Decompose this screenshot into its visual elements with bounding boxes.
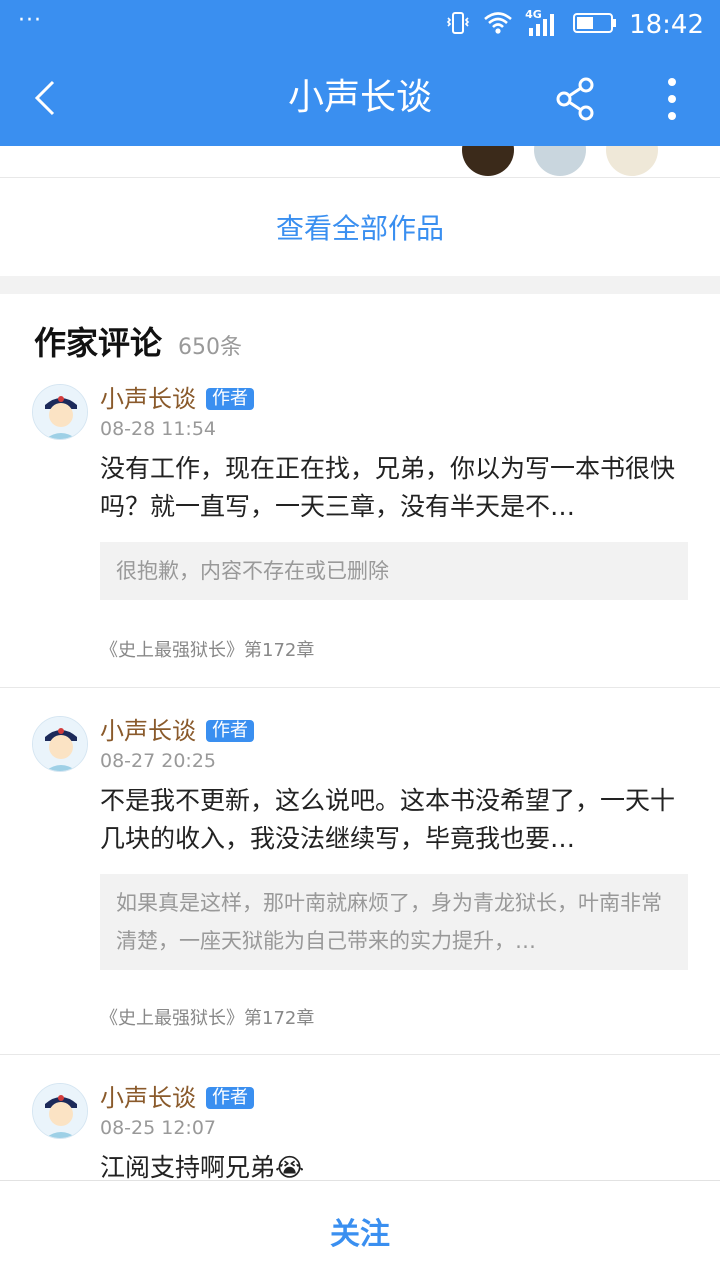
- author-name-text: 小声长谈: [100, 385, 196, 413]
- section-separator: [0, 276, 720, 294]
- status-bar: ··· 4G 18:42: [0, 0, 720, 50]
- quoted-paragraph[interactable]: 很抱歉，内容不存在或已删除: [100, 542, 688, 600]
- avatar[interactable]: [32, 1083, 88, 1139]
- comments-count: 650条: [178, 335, 243, 360]
- share-icon: [556, 77, 594, 121]
- author-name[interactable]: 小声长谈 作者: [100, 384, 254, 414]
- author-name[interactable]: 小声长谈 作者: [100, 716, 254, 746]
- wifi-icon: [483, 10, 513, 40]
- quoted-paragraph[interactable]: 如果真是这样，那叶南就麻烦了，身为青龙狱长，叶南非常清楚，一座天狱能为自己带来的…: [100, 874, 688, 970]
- clock: 18:42: [629, 10, 704, 40]
- source-chapter-link[interactable]: 《史上最强狱长》第172章: [100, 636, 314, 662]
- bottom-action-bar: 关注: [0, 1180, 720, 1280]
- comment-time: 08-28 11:54: [100, 418, 217, 440]
- comment-text[interactable]: 不是我不更新，这么说吧。这本书没希望了，一天十几块的收入，我没法继续写，毕竟我也…: [100, 782, 690, 858]
- content-scroll[interactable]: 查看全部作品 作家评论 650条 小声长谈 作者 08-28 11:54 没有工作…: [0, 146, 720, 1180]
- reader-avatar[interactable]: [606, 146, 658, 176]
- divider: [0, 1054, 720, 1055]
- more-button[interactable]: [650, 72, 694, 126]
- comment-time: 08-27 20:25: [100, 750, 217, 772]
- comment-text[interactable]: 没有工作，现在正在找，兄弟，你以为写一本书很快吗？就一直写，一天三章，没有半天是…: [100, 450, 690, 526]
- view-all-works-button[interactable]: 查看全部作品: [0, 178, 720, 276]
- author-avatar-icon: [33, 1084, 87, 1138]
- avatar[interactable]: [32, 384, 88, 440]
- source-chapter-link[interactable]: 《史上最强狱长》第172章: [100, 1004, 314, 1030]
- status-icons: 4G 18:42: [445, 0, 704, 50]
- share-button[interactable]: [548, 72, 602, 126]
- avatar[interactable]: [32, 716, 88, 772]
- reader-avatars-row: [0, 146, 720, 178]
- page-title: 小声长谈: [287, 77, 432, 118]
- author-badge: 作者: [206, 388, 254, 410]
- author-name[interactable]: 小声长谈 作者: [100, 1083, 254, 1113]
- signal-4g-icon: 4G: [525, 8, 561, 40]
- author-name-text: 小声长谈: [100, 717, 196, 745]
- follow-button[interactable]: 关注: [330, 1209, 390, 1253]
- reader-avatar[interactable]: [534, 146, 586, 176]
- vibrate-icon: [445, 10, 471, 40]
- comment-time: 08-25 12:07: [100, 1117, 217, 1139]
- more-vertical-icon: [668, 78, 676, 120]
- author-avatar-icon: [33, 385, 87, 439]
- battery-icon: [573, 11, 617, 39]
- notification-dots: ···: [18, 8, 42, 33]
- author-name-text: 小声长谈: [100, 1084, 196, 1112]
- author-badge: 作者: [206, 1087, 254, 1109]
- comments-header: 作家评论 650条: [34, 318, 242, 364]
- author-avatar-icon: [33, 717, 87, 771]
- app-bar: 小声长谈: [0, 50, 720, 146]
- comments-title: 作家评论: [34, 324, 163, 362]
- comment-text[interactable]: 江阅支持啊兄弟😭: [100, 1149, 690, 1180]
- divider: [0, 687, 720, 688]
- author-badge: 作者: [206, 720, 254, 742]
- reader-avatar[interactable]: [462, 146, 514, 176]
